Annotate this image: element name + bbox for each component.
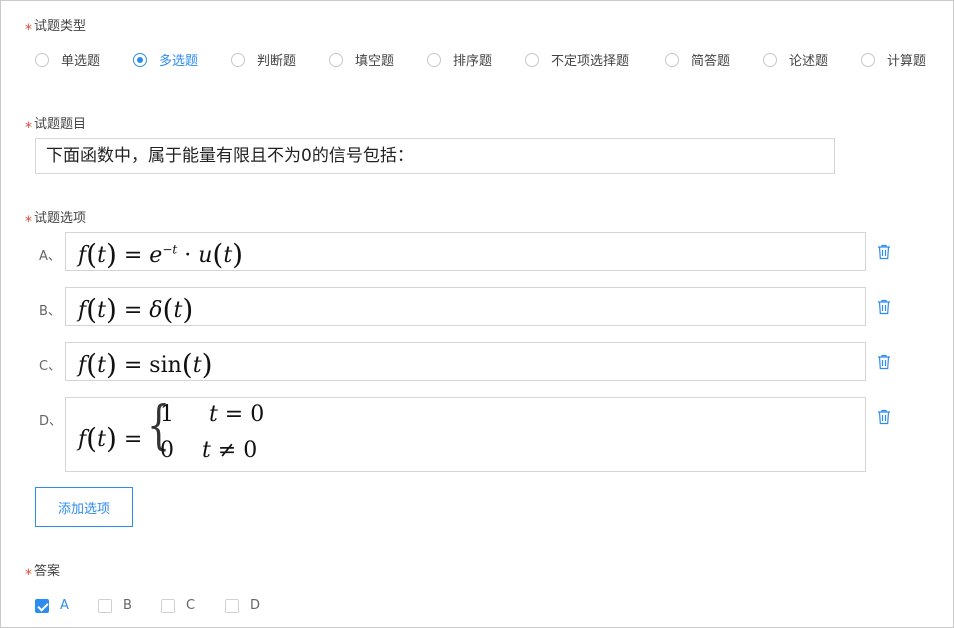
answer-checkbox-d[interactable]: D bbox=[225, 598, 260, 613]
add-option-button[interactable]: 添加选项 bbox=[35, 487, 133, 527]
radio-circle bbox=[329, 52, 343, 67]
checkbox-box bbox=[98, 598, 112, 613]
checkbox-box bbox=[161, 598, 175, 613]
option-d-case-1: 1 t = 0 bbox=[160, 402, 265, 427]
option-b-trash-icon[interactable] bbox=[877, 299, 891, 315]
option-d-case-2: 0 t ≠ 0 bbox=[160, 438, 258, 463]
option-b-input[interactable]: f(t) = δ(t) bbox=[65, 287, 866, 326]
required-mark: * bbox=[25, 120, 32, 136]
required-mark: * bbox=[25, 567, 32, 583]
answer-checkbox-c[interactable]: C bbox=[161, 598, 195, 613]
radio-calculation[interactable]: 计算题 bbox=[861, 50, 926, 69]
radio-circle bbox=[861, 52, 875, 67]
radio-circle bbox=[231, 52, 245, 67]
option-d-letter: D、 bbox=[39, 414, 63, 429]
option-a-input[interactable]: f(t) = e−t · u(t) bbox=[65, 232, 866, 271]
radio-circle bbox=[35, 52, 49, 67]
radio-circle bbox=[665, 52, 679, 67]
question-title-label: * 试题题目 bbox=[25, 117, 87, 136]
option-d-trash-icon[interactable] bbox=[877, 409, 891, 425]
checkbox-box bbox=[35, 598, 49, 613]
option-a-letter: A、 bbox=[39, 249, 61, 264]
answer-checkbox-b[interactable]: B bbox=[98, 598, 132, 613]
radio-fill-blank[interactable]: 填空题 bbox=[329, 50, 394, 69]
radio-indefinite-choice[interactable]: 不定项选择题 bbox=[525, 50, 629, 69]
option-a-trash-icon[interactable] bbox=[877, 244, 891, 260]
radio-true-false[interactable]: 判断题 bbox=[231, 50, 296, 69]
question-title-input[interactable]: 下面函数中，属于能量有限且不为0的信号包括： bbox=[35, 138, 835, 174]
question-type-label: * 试题类型 bbox=[25, 19, 87, 38]
radio-short-answer[interactable]: 简答题 bbox=[665, 50, 730, 69]
radio-multiple-choice[interactable]: 多选题 bbox=[133, 50, 198, 69]
radio-essay[interactable]: 论述题 bbox=[763, 50, 828, 69]
checkbox-box bbox=[225, 598, 239, 613]
option-c-formula: f(t) = sin(t) bbox=[78, 348, 213, 381]
option-c-input[interactable]: f(t) = sin(t) bbox=[65, 342, 866, 381]
question-editor: * 试题类型 单选题 多选题 判断题 填空题 排序题 不定项选择题 简答题 论述题… bbox=[0, 0, 954, 628]
option-d-formula-lhs: f(t) = bbox=[78, 422, 143, 455]
question-options-label: * 试题选项 bbox=[25, 211, 87, 230]
option-a-formula: f(t) = e−t · u(t) bbox=[78, 238, 244, 271]
answer-label: * 答案 bbox=[25, 564, 61, 583]
radio-single-choice[interactable]: 单选题 bbox=[35, 50, 100, 69]
radio-circle bbox=[427, 52, 441, 67]
radio-circle bbox=[763, 52, 777, 67]
answer-checkbox-a[interactable]: A bbox=[35, 598, 69, 613]
required-mark: * bbox=[25, 214, 32, 230]
radio-circle bbox=[525, 52, 539, 67]
required-mark: * bbox=[25, 22, 32, 38]
radio-ordering[interactable]: 排序题 bbox=[427, 50, 492, 69]
radio-circle bbox=[133, 52, 147, 67]
option-b-letter: B、 bbox=[39, 304, 61, 319]
option-b-formula: f(t) = δ(t) bbox=[78, 293, 194, 326]
option-c-trash-icon[interactable] bbox=[877, 354, 891, 370]
option-c-letter: C、 bbox=[39, 359, 62, 374]
option-d-input[interactable]: f(t) = { 1 t = 0 0 t ≠ 0 bbox=[65, 396, 866, 472]
